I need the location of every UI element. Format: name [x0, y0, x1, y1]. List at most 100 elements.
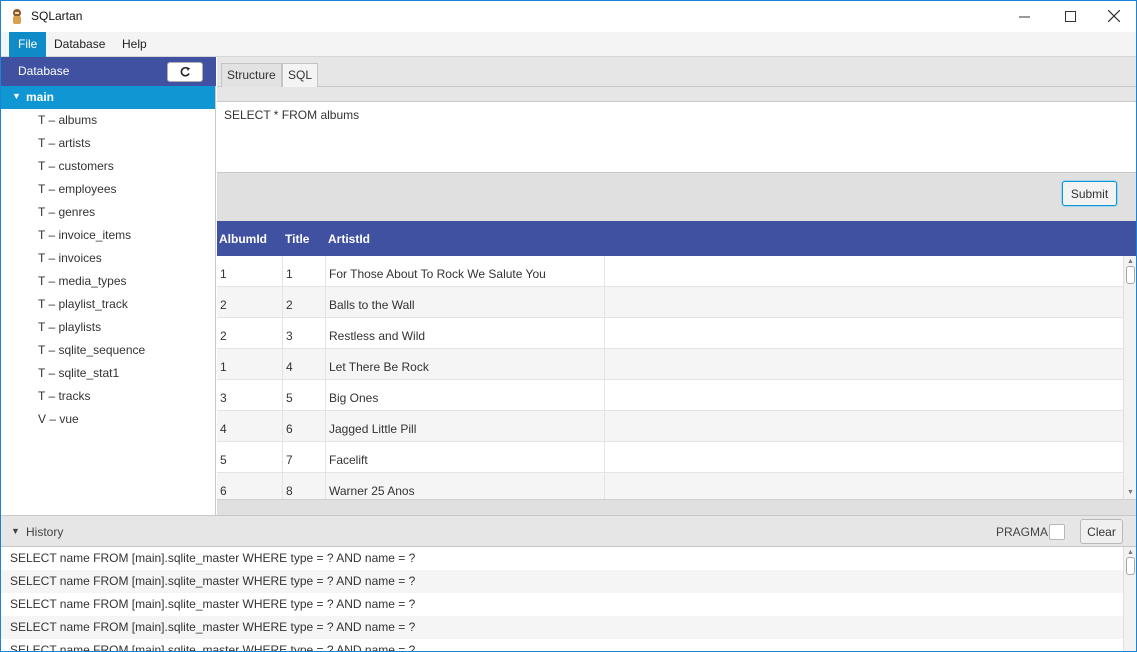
- history-entry[interactable]: SELECT name FROM [main].sqlite_master WH…: [1, 570, 1123, 593]
- menu-database[interactable]: Database: [45, 32, 114, 57]
- minimize-button[interactable]: [1001, 1, 1047, 31]
- table-row[interactable]: 5 7 Facelift: [217, 442, 1123, 473]
- database-header: Database: [1, 57, 216, 86]
- scroll-up-icon[interactable]: ▲: [1126, 548, 1135, 556]
- table-cell[interactable]: 4: [283, 349, 326, 380]
- table-row[interactable]: 1 1 For Those About To Rock We Salute You: [217, 256, 1123, 287]
- table-cell[interactable]: 3: [283, 318, 326, 349]
- database-header-label: Database: [18, 64, 70, 78]
- pragma-checkbox[interactable]: [1049, 524, 1065, 540]
- tree-item[interactable]: T – playlist_track: [38, 293, 128, 316]
- table-cell[interactable]: Warner 25 Anos: [326, 473, 605, 499]
- history-label: History: [26, 525, 64, 539]
- collapse-arrow-icon[interactable]: ▼: [11, 526, 20, 536]
- table-cell[interactable]: 1: [217, 349, 283, 380]
- table-cell[interactable]: 6: [217, 473, 283, 499]
- tree-item[interactable]: T – employees: [38, 178, 117, 201]
- column-header-title[interactable]: Title: [285, 232, 309, 246]
- history-entry[interactable]: SELECT name FROM [main].sqlite_master WH…: [1, 639, 1123, 651]
- pragma-label: PRAGMA: [996, 525, 1049, 539]
- table-cell[interactable]: Balls to the Wall: [326, 287, 605, 318]
- table-cell[interactable]: 2: [217, 318, 283, 349]
- column-header-artistid[interactable]: ArtistId: [328, 232, 370, 246]
- tree-item[interactable]: T – albums: [38, 109, 97, 132]
- tree-item[interactable]: T – sqlite_stat1: [38, 362, 119, 385]
- tree-item[interactable]: T – media_types: [38, 270, 127, 293]
- menu-file[interactable]: File: [9, 32, 47, 57]
- table-cell[interactable]: 2: [283, 287, 326, 318]
- sql-editor[interactable]: SELECT * FROM albums: [217, 101, 1136, 173]
- history-entry[interactable]: SELECT name FROM [main].sqlite_master WH…: [1, 547, 1123, 570]
- table-cell[interactable]: 5: [283, 380, 326, 411]
- results-table: 1 1 For Those About To Rock We Salute You 2…: [217, 256, 1123, 499]
- tab-structure[interactable]: Structure: [221, 63, 282, 87]
- scroll-up-icon[interactable]: ▲: [1126, 257, 1135, 265]
- table-cell[interactable]: Facelift: [326, 442, 605, 473]
- table-cell[interactable]: 5: [217, 442, 283, 473]
- table-cell[interactable]: 1: [283, 256, 326, 287]
- clear-button[interactable]: Clear: [1080, 519, 1123, 544]
- minimize-icon: [1018, 16, 1030, 17]
- scroll-thumb[interactable]: [1126, 266, 1135, 284]
- history-entry[interactable]: SELECT name FROM [main].sqlite_master WH…: [1, 593, 1123, 616]
- tree-item[interactable]: T – artists: [38, 132, 90, 155]
- scroll-down-icon[interactable]: ▼: [1126, 488, 1135, 496]
- tree-root-label: main: [26, 90, 55, 104]
- app-logo-icon: [13, 9, 21, 24]
- tree-item[interactable]: T – invoices: [38, 247, 102, 270]
- table-row[interactable]: 6 8 Warner 25 Anos: [217, 473, 1123, 499]
- table-cell[interactable]: 4: [217, 411, 283, 442]
- refresh-button[interactable]: [167, 62, 203, 82]
- maximize-icon: [1064, 10, 1076, 22]
- results-scrollbar[interactable]: ▲ ▼: [1123, 256, 1136, 499]
- table-cell[interactable]: 7: [283, 442, 326, 473]
- scroll-thumb[interactable]: [1126, 557, 1135, 575]
- table-row[interactable]: 2 3 Restless and Wild: [217, 318, 1123, 349]
- tab-sql[interactable]: SQL: [282, 63, 319, 87]
- table-row[interactable]: 1 4 Let There Be Rock: [217, 349, 1123, 380]
- table-cell[interactable]: 8: [283, 473, 326, 499]
- table-cell[interactable]: Jagged Little Pill: [326, 411, 605, 442]
- app-window: SQLartan File Database Help Database ▼ m…: [0, 0, 1137, 652]
- close-button[interactable]: [1091, 1, 1136, 31]
- history-list: SELECT name FROM [main].sqlite_master WH…: [1, 547, 1123, 651]
- table-cell[interactable]: 3: [217, 380, 283, 411]
- tab-bar: Structure SQL: [217, 57, 1136, 87]
- table-cell[interactable]: Restless and Wild: [326, 318, 605, 349]
- title-bar: SQLartan: [1, 1, 1136, 32]
- tree-item[interactable]: T – playlists: [38, 316, 101, 339]
- tree-item[interactable]: T – sqlite_sequence: [38, 339, 145, 362]
- expand-arrow-icon[interactable]: ▼: [12, 91, 21, 101]
- tree-item[interactable]: T – genres: [38, 201, 95, 224]
- table-cell[interactable]: 6: [283, 411, 326, 442]
- sql-query-text: SELECT * FROM albums: [224, 108, 360, 122]
- submit-bar: Submit: [217, 173, 1136, 221]
- table-row[interactable]: 2 2 Balls to the Wall: [217, 287, 1123, 318]
- history-header: ▼ History PRAGMA Clear: [1, 515, 1136, 547]
- tree-item[interactable]: T – customers: [38, 155, 114, 178]
- history-entry[interactable]: SELECT name FROM [main].sqlite_master WH…: [1, 616, 1123, 639]
- results-header: AlbumId Title ArtistId: [217, 221, 1136, 256]
- column-header-albumid[interactable]: AlbumId: [219, 232, 267, 246]
- window-title: SQLartan: [31, 9, 83, 23]
- tree-item[interactable]: V – vue: [38, 408, 79, 431]
- table-cell[interactable]: Let There Be Rock: [326, 349, 605, 380]
- refresh-icon: [180, 66, 190, 77]
- table-row[interactable]: 3 5 Big Ones: [217, 380, 1123, 411]
- table-cell[interactable]: 2: [217, 287, 283, 318]
- tree-item[interactable]: T – invoice_items: [38, 224, 131, 247]
- menu-bar: File Database Help: [1, 32, 1136, 57]
- table-cell[interactable]: 1: [217, 256, 283, 287]
- table-cell[interactable]: Big Ones: [326, 380, 605, 411]
- close-icon: [1108, 10, 1120, 22]
- submit-button[interactable]: Submit: [1062, 181, 1117, 206]
- tree-item[interactable]: T – tracks: [38, 385, 90, 408]
- tree-root-main[interactable]: ▼ main: [1, 86, 215, 109]
- table-cell[interactable]: For Those About To Rock We Salute You: [326, 256, 605, 287]
- menu-help[interactable]: Help: [113, 32, 156, 57]
- maximize-button[interactable]: [1047, 1, 1093, 31]
- history-scrollbar[interactable]: ▲: [1123, 547, 1136, 651]
- sql-gap: [217, 87, 1136, 101]
- table-row[interactable]: 4 6 Jagged Little Pill: [217, 411, 1123, 442]
- split-divider[interactable]: [217, 499, 1136, 515]
